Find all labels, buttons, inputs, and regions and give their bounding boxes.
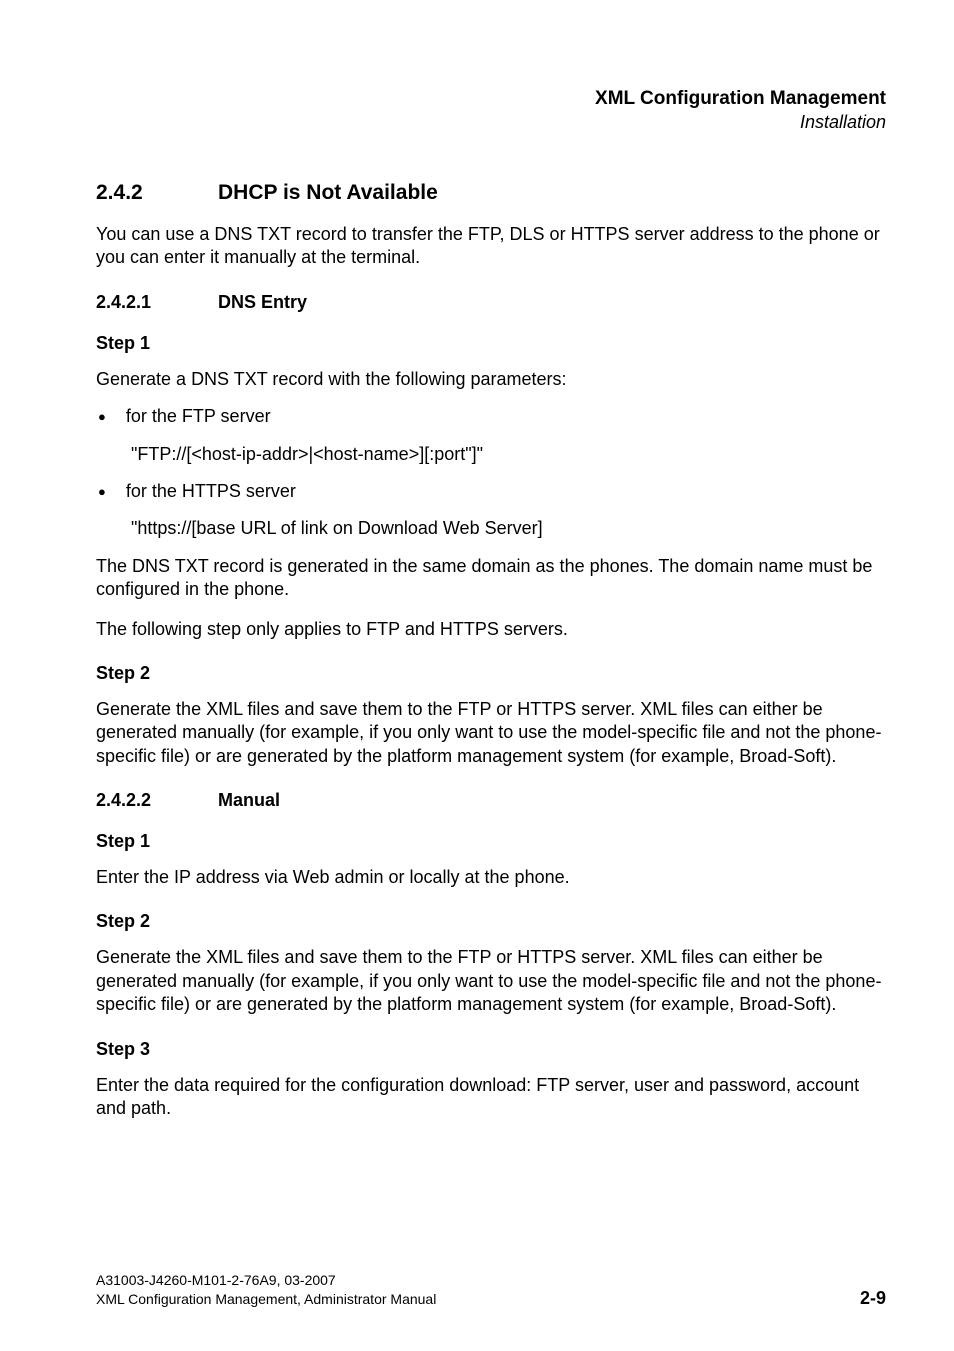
section-title: DHCP is Not Available [218,181,438,204]
section-intro: You can use a DNS TXT record to transfer… [96,223,886,270]
bullet-value-ftp: "FTP://[<host-ip-addr>|<host-name>][:por… [131,443,886,466]
subsection-heading-dns: 2.4.2.1DNS Entry [96,292,886,313]
page-header: XML Configuration Management Installatio… [96,88,886,133]
bullet-label-ftp: for the FTP server [126,405,271,428]
bullet-value-https: "https://[base URL of link on Download W… [131,517,886,540]
subsection-title: Manual [218,790,280,810]
header-title: XML Configuration Management [96,88,886,110]
subsection-number: 2.4.2.2 [96,790,218,811]
footer-line2: XML Configuration Management, Administra… [96,1290,436,1309]
page-footer: A31003-J4260-M101-2-76A9, 03-2007 XML Co… [96,1271,886,1309]
step1-para2: The following step only applies to FTP a… [96,618,886,641]
bullet-icon: ● [98,409,106,424]
manual-step3-heading: Step 3 [96,1039,886,1060]
step2-heading: Step 2 [96,663,886,684]
footer-left: A31003-J4260-M101-2-76A9, 03-2007 XML Co… [96,1271,436,1309]
manual-step2-para: Generate the XML files and save them to … [96,946,886,1016]
section-heading: 2.4.2DHCP is Not Available [96,181,886,205]
page-number: 2-9 [860,1288,886,1309]
bullet-item-https: ● for the HTTPS server [96,480,886,503]
bullet-item-ftp: ● for the FTP server [96,405,886,428]
step1-para1: The DNS TXT record is generated in the s… [96,555,886,602]
manual-step1-para: Enter the IP address via Web admin or lo… [96,866,886,889]
bullet-icon: ● [98,484,106,499]
step1-heading: Step 1 [96,333,886,354]
manual-step2-heading: Step 2 [96,911,886,932]
subsection-heading-manual: 2.4.2.2Manual [96,790,886,811]
step1-intro: Generate a DNS TXT record with the follo… [96,368,886,391]
bullet-label-https: for the HTTPS server [126,480,296,503]
subsection-number: 2.4.2.1 [96,292,218,313]
header-subtitle: Installation [96,112,886,133]
manual-step1-heading: Step 1 [96,831,886,852]
manual-step3-para: Enter the data required for the configur… [96,1074,886,1121]
step2-para: Generate the XML files and save them to … [96,698,886,768]
footer-line1: A31003-J4260-M101-2-76A9, 03-2007 [96,1271,436,1290]
section-number: 2.4.2 [96,181,218,205]
subsection-title: DNS Entry [218,292,307,312]
